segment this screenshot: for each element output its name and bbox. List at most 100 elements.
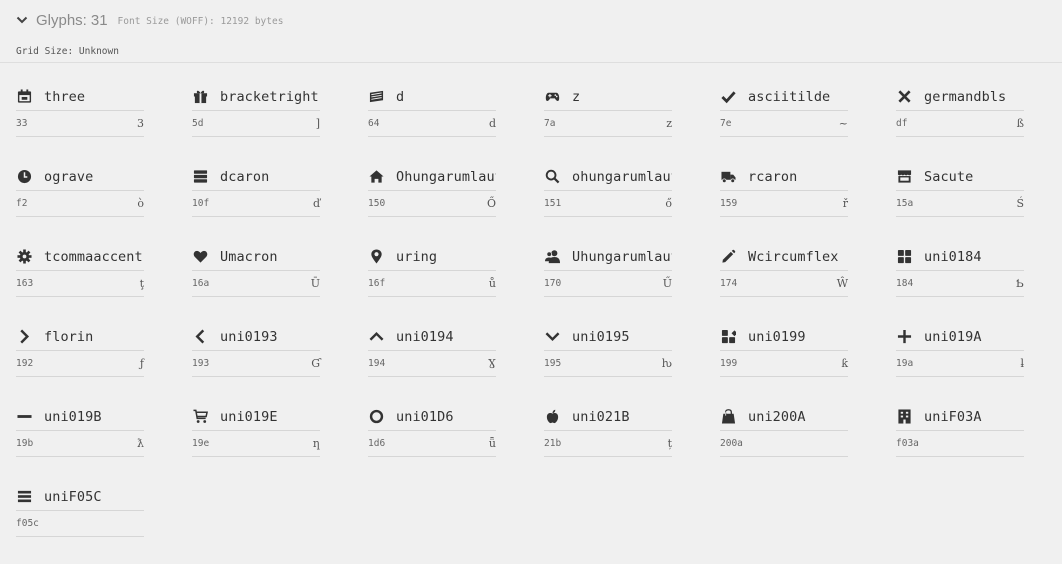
glyph-code: 200a [720,438,743,449]
glyph-name: d [396,88,405,105]
glyph-code: 7e [720,118,732,129]
apple-icon [544,409,560,425]
glyph-char: z [666,117,672,130]
glyph-cell[interactable]: uni0199 199 ƙ [720,323,848,377]
glyph-info: 184 Ƅ [896,271,1024,297]
glyph-info: 16f ů [368,271,496,297]
glyph-cell[interactable]: Wcircumflex 174 Ŵ [720,243,848,297]
glyph-name: bracketright [220,88,319,105]
glyph-cell[interactable]: Uhungarumlaut 170 Ű [544,243,672,297]
glyph-header: uniF03A [896,403,1024,431]
glyph-cell[interactable]: uni0195 195 ƕ [544,323,672,377]
glyph-name: uni0193 [220,328,278,345]
glyph-header: bracketright [192,83,320,111]
glyph-info: 7e ~ [720,111,848,137]
glyph-char: Ɠ [311,357,320,370]
glyph-header: d [368,83,496,111]
glyph-name: rcaron [748,168,798,185]
glyph-header: uni019B [16,403,144,431]
glyph-cell[interactable]: dcaron 10f ď [192,163,320,217]
glyph-code: 7a [544,118,556,129]
glyph-cell[interactable]: uring 16f ů [368,243,496,297]
glyph-header: Uhungarumlaut [544,243,672,271]
glyph-cell[interactable]: florin 192 ƒ [16,323,144,377]
glyph-code: 33 [16,118,28,129]
glyph-name: Wcircumflex [748,248,839,265]
search-icon [544,169,560,185]
glyph-info: 174 Ŵ [720,271,848,297]
glyph-info: 7a z [544,111,672,137]
glyph-name: asciitilde [748,88,831,105]
clock-icon [16,169,32,185]
glyph-info: f03a [896,431,1024,457]
glyph-cell[interactable]: z 7a z [544,83,672,137]
gear-icon [16,249,32,265]
glyph-cell[interactable]: asciitilde 7e ~ [720,83,848,137]
chevron-down-icon [544,329,560,345]
glyph-cell[interactable]: Ohungarumlaut 150 Ő [368,163,496,217]
glyph-cell[interactable]: uni0193 193 Ɠ [192,323,320,377]
glyph-name: Ohungarumlaut [396,168,496,185]
glyph-name: uni019B [44,408,102,425]
glyph-cell[interactable]: uni019B 19b ƛ [16,403,144,457]
glyph-cell[interactable]: Umacron 16a Ū [192,243,320,297]
glyph-info: 15a Ś [896,191,1024,217]
glyph-char: Ŵ [836,277,848,290]
glyph-info: 21b ț [544,431,672,457]
glyph-info: f2 ò [16,191,144,217]
glyph-cell[interactable]: uni019A 19a ƚ [896,323,1024,377]
glyph-code: 193 [192,358,210,369]
glyph-char: ǖ [488,437,496,450]
glyph-char: Ƅ [1015,277,1024,290]
glyph-cell[interactable]: rcaron 159 ř [720,163,848,217]
glyph-cell[interactable]: uni021B 21b ț [544,403,672,457]
glyph-name: three [44,88,86,105]
glyphs-title: Glyphs: 31 [36,11,108,29]
glyph-char: ƛ [137,437,144,450]
glyph-cell[interactable]: uni01D6 1d6 ǖ [368,403,496,457]
glyph-cell[interactable]: germandbls df ß [896,83,1024,137]
glyph-code: 194 [368,358,386,369]
glyph-cell[interactable]: tcommaaccent 163 ţ [16,243,144,297]
glyph-code: 21b [544,438,562,449]
glyph-char: ő [665,197,672,210]
glyph-cell[interactable]: ograve f2 ò [16,163,144,217]
glyph-info: 151 ő [544,191,672,217]
chevron-down-icon[interactable] [16,14,28,26]
glyph-cell[interactable]: three 33 3 [16,83,144,137]
check-icon [720,89,736,105]
glyph-header: uni0193 [192,323,320,351]
money-icon [368,89,384,105]
glyph-info: 192 ƒ [16,351,144,377]
glyph-cell[interactable]: uni0184 184 Ƅ [896,243,1024,297]
glyph-header: Umacron [192,243,320,271]
glyph-cell[interactable]: uniF05C f05c [16,483,144,537]
glyph-cell[interactable]: d 64 d [368,83,496,137]
glyph-cell[interactable]: uni019E 19e ƞ [192,403,320,457]
glyph-info: 5d] [192,111,320,137]
glyph-header: dcaron [192,163,320,191]
glyph-cell[interactable]: uni0194 194 Ɣ [368,323,496,377]
glyph-header: Wcircumflex [720,243,848,271]
glyph-name: uniF05C [44,488,102,505]
divider [0,62,1062,63]
glyph-cell[interactable]: uni200A 200a [720,403,848,457]
glyph-info: 194 Ɣ [368,351,496,377]
list-icon [16,489,32,505]
glyph-cell[interactable]: ohungarumlaut 151 ő [544,163,672,217]
chevron-up-icon [368,329,384,345]
glyph-info: 64 d [368,111,496,137]
glyph-name: uring [396,248,438,265]
glyph-cell[interactable]: bracketright 5d] [192,83,320,137]
glyphs-header: Glyphs: 31 Font Size (WOFF): 12192 bytes [16,8,283,32]
glyph-name: uni019E [220,408,278,425]
glyph-info: 1d6 ǖ [368,431,496,457]
glyph-header: germandbls [896,83,1024,111]
glyph-info: 16a Ū [192,271,320,297]
glyph-cell[interactable]: uniF03A f03a [896,403,1024,457]
chevron-right-icon [16,329,32,345]
glyph-cell[interactable]: Sacute 15a Ś [896,163,1024,217]
glyph-header: uni200A [720,403,848,431]
chevron-left-icon [192,329,208,345]
glyph-code: f05c [16,518,39,529]
